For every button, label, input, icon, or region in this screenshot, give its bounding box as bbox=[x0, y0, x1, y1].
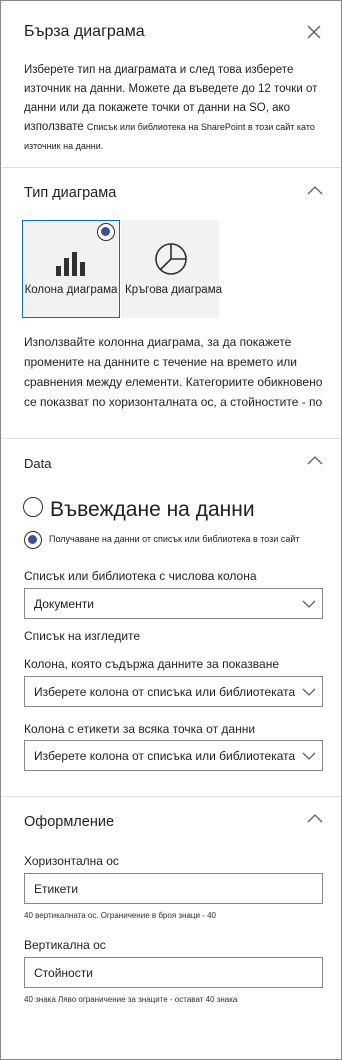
h-axis-input-value: Етикети bbox=[34, 881, 79, 896]
list-dropdown[interactable]: Документи bbox=[24, 588, 323, 619]
chart-option-label: Кръгова диаграма bbox=[125, 284, 223, 296]
v-axis-hint: 40 знака Ляво ограничение за знаците - о… bbox=[24, 995, 238, 1004]
chevron-up-icon[interactable] bbox=[307, 455, 323, 465]
labels-column-dropdown-value: Изберете колона от списъка или библиотек… bbox=[34, 748, 296, 763]
column-label: Колона, която съдържа данните за показва… bbox=[24, 657, 280, 671]
v-axis-label: Вертикална ос bbox=[24, 938, 106, 952]
h-axis-hint: 40 вертикалната ос. Ограничение в броя з… bbox=[24, 911, 216, 920]
close-icon[interactable] bbox=[305, 23, 323, 41]
panel-intro: Изберете тип на диаграмата и след това и… bbox=[24, 61, 329, 156]
chevron-down-icon bbox=[302, 688, 316, 696]
radio-list-data-label: Получаване на данни от списък или библио… bbox=[49, 534, 300, 544]
h-axis-label: Хоризонтална ос bbox=[24, 854, 119, 868]
list-label: Списък или библиотека с числова колона bbox=[24, 569, 257, 583]
views-label: Списък на изгледите bbox=[24, 629, 141, 643]
section-title-chart-type: Тип диаграма bbox=[24, 185, 117, 201]
h-axis-input[interactable]: Етикети bbox=[24, 873, 323, 904]
divider bbox=[2, 796, 341, 797]
chevron-up-icon[interactable] bbox=[307, 185, 323, 195]
labels-column-label: Колона с етикети за всяка точка от данни bbox=[24, 722, 256, 736]
chart-option-label: Колона диаграма bbox=[24, 284, 118, 296]
divider bbox=[2, 438, 341, 439]
list-dropdown-value: Документи bbox=[34, 596, 94, 611]
radio-list-data[interactable] bbox=[24, 531, 42, 549]
bar-chart-icon bbox=[56, 252, 85, 276]
radio-enter-data-label: Въвеждане на данни bbox=[50, 498, 255, 521]
column-dropdown[interactable]: Изберете колона от списъка или библиотек… bbox=[24, 676, 323, 707]
chevron-up-icon[interactable] bbox=[307, 813, 323, 823]
chevron-down-icon bbox=[302, 752, 316, 760]
v-axis-input[interactable]: Стойности bbox=[24, 957, 323, 988]
chart-option-pie[interactable]: Кръгова диаграма bbox=[121, 220, 223, 318]
divider bbox=[2, 167, 341, 168]
radio-enter-data[interactable] bbox=[23, 497, 43, 517]
panel-title: Бърза диаграма bbox=[24, 23, 145, 40]
pie-chart-icon bbox=[155, 243, 187, 275]
section-title-format: Оформление bbox=[24, 814, 115, 830]
section-title-data: Data bbox=[24, 456, 52, 471]
chart-type-description: Използвайте колонна диаграма, за да пока… bbox=[24, 335, 323, 409]
labels-column-dropdown[interactable]: Изберете колона от списъка или библиотек… bbox=[24, 740, 323, 771]
v-axis-input-value: Стойности bbox=[34, 965, 93, 980]
chevron-down-icon bbox=[302, 600, 316, 608]
quick-chart-panel: Бърза диаграма Изберете тип на диаграмат… bbox=[0, 0, 342, 1060]
column-dropdown-value: Изберете колона от списъка или библиотек… bbox=[34, 684, 296, 699]
selected-radio-icon bbox=[97, 223, 115, 241]
